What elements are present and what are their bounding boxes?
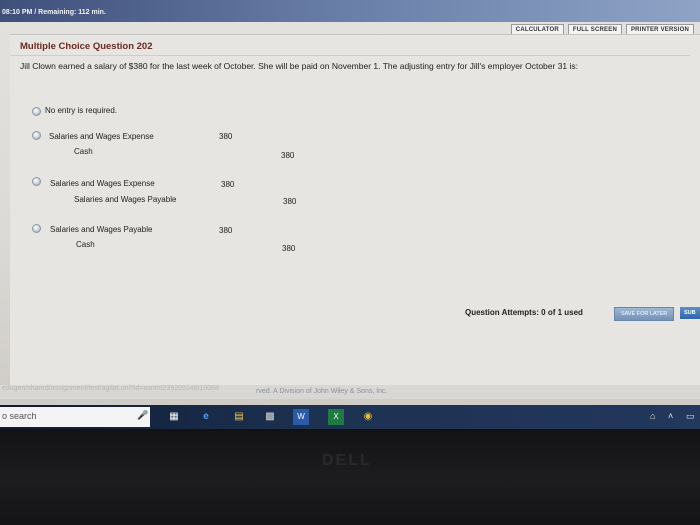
credit-account: Cash	[74, 147, 93, 156]
credit-amount: 380	[283, 197, 297, 206]
credit-account: Cash	[76, 240, 95, 249]
question-text: Jill Clown earned a salary of $380 for t…	[20, 61, 579, 71]
copyright-text[interactable]: rved. A Division of John Wiley & Sons, I…	[256, 388, 388, 395]
debit-amount: 380	[219, 132, 233, 141]
credit-account: Salaries and Wages Payable	[74, 195, 177, 204]
debit-account: Salaries and Wages Expense	[50, 179, 155, 188]
word-icon[interactable]: W	[293, 409, 309, 425]
debit-amount: 380	[221, 180, 235, 189]
debit-account: Salaries and Wages Expense	[49, 132, 154, 141]
store-icon[interactable]: ▩	[262, 409, 278, 425]
timer-text: 08:10 PM / Remaining: 112 min.	[2, 9, 106, 16]
radio-button[interactable]	[32, 131, 41, 140]
edge-icon[interactable]: e	[198, 409, 214, 425]
submit-button[interactable]: SUB	[680, 307, 700, 319]
save-for-later-button[interactable]: SAVE FOR LATER	[614, 307, 675, 321]
credit-amount: 380	[282, 244, 296, 253]
brand-logo: DELL	[322, 452, 372, 469]
taskbar-search-input[interactable]: o search	[0, 407, 150, 427]
chevron-up-icon[interactable]: ˄	[668, 411, 673, 421]
quiz-page: CALCULATOR FULL SCREEN PRINTER VERSION M…	[0, 22, 700, 405]
question-panel: Multiple Choice Question 202 Jill Clown …	[10, 34, 700, 392]
divider	[10, 55, 690, 56]
people-icon[interactable]: ⌂	[650, 411, 655, 421]
question-attempts: Question Attempts: 0 of 1 used	[465, 308, 583, 317]
debit-amount: 380	[219, 226, 233, 235]
radio-button[interactable]	[32, 107, 41, 116]
excel-icon[interactable]: X	[328, 409, 344, 425]
radio-button[interactable]	[32, 177, 41, 186]
file-explorer-icon[interactable]: ▤	[231, 409, 247, 425]
title-bar: 08:10 PM / Remaining: 112 min.	[0, 0, 700, 22]
debit-account: Salaries and Wages Payable	[50, 225, 153, 234]
question-title: Multiple Choice Question 202	[20, 41, 153, 52]
mic-icon[interactable]: 🎤	[137, 410, 148, 421]
task-view-icon[interactable]: ▦	[166, 409, 182, 425]
chrome-icon[interactable]: ◉	[360, 409, 376, 425]
radio-button[interactable]	[32, 224, 41, 233]
laptop-bezel: DELL	[0, 429, 700, 525]
option-label: No entry is required.	[45, 106, 118, 115]
battery-icon[interactable]: ▭	[686, 411, 695, 422]
taskbar: o search 🎤 ▦ e ▤ ▩ W X ◉ ⌂ ˄ ▭	[0, 405, 700, 429]
credit-amount: 380	[281, 151, 295, 160]
